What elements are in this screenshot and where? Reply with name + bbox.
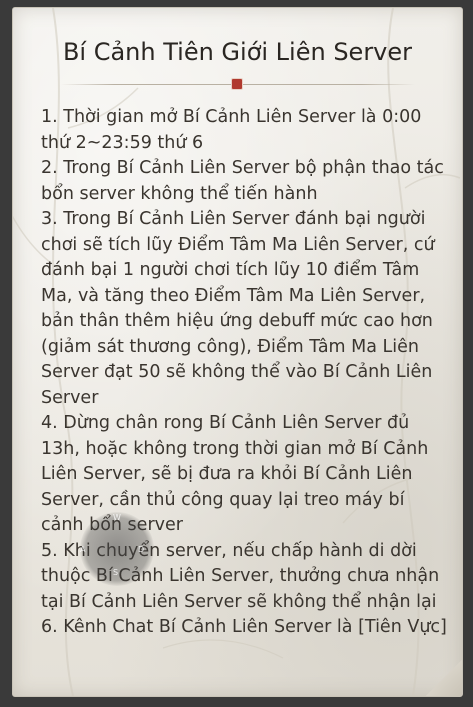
joystick-up-label: W <box>113 513 121 522</box>
joystick-right-label: D <box>138 545 145 554</box>
rules-dialog: Bí Cảnh Tiên Giới Liên Server 1. Thời gi… <box>12 7 463 697</box>
rule-item: 3. Trong Bí Cảnh Liên Server đánh bại ng… <box>41 209 435 408</box>
rule-item: 6. Kênh Chat Bí Cảnh Liên Server là [Tiê… <box>41 617 447 637</box>
dialog-title: Bí Cảnh Tiên Giới Liên Server <box>62 38 413 66</box>
dialog-frame: Bí Cảnh Tiên Giới Liên Server 1. Thời gi… <box>0 0 473 707</box>
joystick-down-label: S <box>113 568 119 577</box>
page-corner <box>424 658 462 696</box>
rule-item: 1. Thời gian mở Bí Cảnh Liên Server là 0… <box>41 107 422 153</box>
joystick-left-label: A <box>80 545 86 554</box>
seal-icon <box>232 79 242 89</box>
rule-item: 2. Trong Bí Cảnh Liên Server bộ phận tha… <box>41 158 444 204</box>
virtual-joystick[interactable]: W A D S <box>80 512 154 586</box>
